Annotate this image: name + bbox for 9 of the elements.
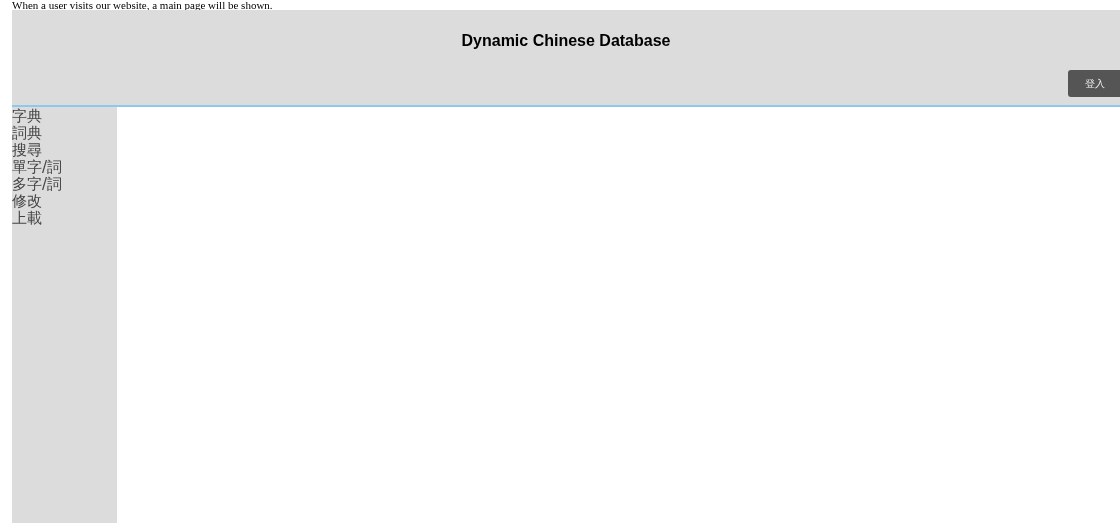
sidebar-link[interactable]: 上載 (12, 210, 42, 227)
login-button[interactable]: 登入 (1068, 70, 1120, 97)
site-title: Dynamic Chinese Database (461, 32, 671, 50)
sidebar-link[interactable]: 多字/詞 (12, 176, 63, 193)
sidebar-link[interactable]: 搜尋 (12, 142, 42, 159)
sidebar-link[interactable]: 單字/詞 (12, 159, 63, 176)
sidebar-link[interactable]: 字典 (12, 108, 42, 125)
sidebar-link[interactable]: 詞典 (12, 125, 42, 142)
sidebar-link[interactable]: 修改 (12, 193, 42, 210)
